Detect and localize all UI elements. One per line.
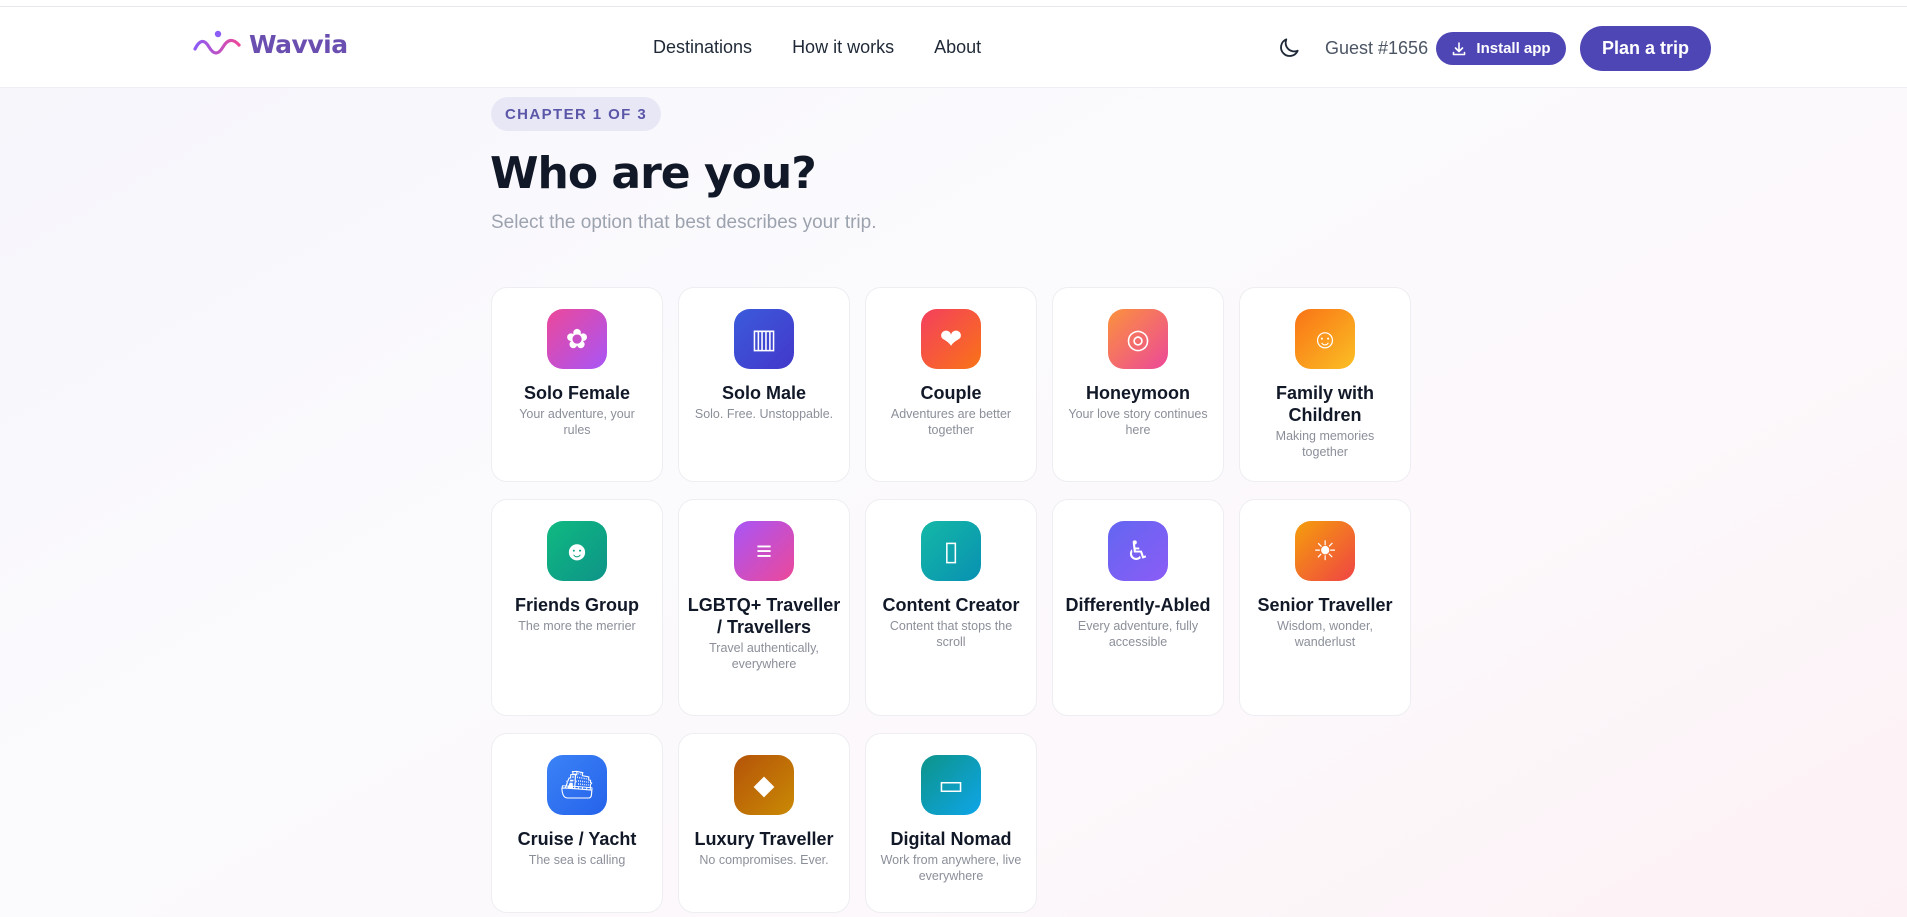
option-desc: Travel authentically, everywhere xyxy=(709,641,819,671)
phone-icon: ▯ xyxy=(921,521,981,581)
option-title: Luxury Traveller xyxy=(694,829,834,849)
option-desc: No compromises. Ever. xyxy=(699,853,829,867)
option-differently-abled[interactable]: ♿ Differently-Abled Every adventure, ful… xyxy=(1052,499,1224,716)
page-title: Who are you? xyxy=(490,148,817,199)
option-desc: Your love story continues here xyxy=(1068,407,1208,437)
option-title: Solo Male xyxy=(721,383,806,403)
traveller-type-grid: ✿ Solo Female Your adventure, your rules… xyxy=(491,287,1411,917)
option-title: Differently-Abled xyxy=(1065,595,1211,615)
option-title: Family with Children xyxy=(1275,383,1374,425)
wave-logo-icon xyxy=(193,30,241,55)
brand-name: Wavvia xyxy=(249,29,348,59)
chapter-badge: CHAPTER 1 OF 3 xyxy=(491,97,661,131)
option-couple[interactable]: ❤ Couple Adventures are better together xyxy=(865,287,1037,482)
option-desc: The more the merrier xyxy=(518,619,636,633)
laptop-icon: ▭ xyxy=(921,755,981,815)
hibiscus-icon: ✿ xyxy=(547,309,607,369)
family-icon: ☺ xyxy=(1295,309,1355,369)
moon-icon[interactable] xyxy=(1276,35,1302,61)
option-solo-female[interactable]: ✿ Solo Female Your adventure, your rules xyxy=(491,287,663,482)
option-family-with-children[interactable]: ☺ Family with Children Making memories t… xyxy=(1239,287,1411,482)
wheelchair-icon: ♿ xyxy=(1108,521,1168,581)
option-title: Content Creator xyxy=(882,595,1020,615)
option-luxury-traveller[interactable]: ◆ Luxury Traveller No compromises. Ever. xyxy=(678,733,850,913)
option-desc: Every adventure, fully accessible xyxy=(1077,619,1199,649)
option-solo-male[interactable]: ▥ Solo Male Solo. Free. Unstoppable. xyxy=(678,287,850,482)
option-title: Solo Female xyxy=(523,383,631,403)
guest-label: Guest #1656 xyxy=(1325,38,1429,58)
option-title: Digital Nomad xyxy=(890,829,1012,849)
option-title: LGBTQ+ Traveller / Travellers xyxy=(687,595,841,637)
option-honeymoon[interactable]: ◎ Honeymoon Your love story continues he… xyxy=(1052,287,1224,482)
option-lgbtq-traveller[interactable]: ≡ LGBTQ+ Traveller / Travellers Travel a… xyxy=(678,499,850,716)
option-digital-nomad[interactable]: ▭ Digital Nomad Work from anywhere, live… xyxy=(865,733,1037,913)
option-title: Senior Traveller xyxy=(1257,595,1393,615)
option-title: Cruise / Yacht xyxy=(517,829,637,849)
option-senior-traveller[interactable]: ☀ Senior Traveller Wisdom, wonder, wande… xyxy=(1239,499,1411,716)
main-nav: Destinations How it works About xyxy=(653,37,981,58)
rainbow-flag-icon: ≡ xyxy=(734,521,794,581)
ship-icon: ⛴ xyxy=(547,755,607,815)
logo[interactable]: Wavvia xyxy=(193,29,348,59)
install-app-label: Install app xyxy=(1476,40,1551,57)
option-desc: Content that stops the scroll xyxy=(889,619,1013,649)
site-header: Wavvia Destinations How it works About G… xyxy=(0,7,1907,88)
luggage-icon: ▥ xyxy=(734,309,794,369)
top-border xyxy=(0,0,1907,7)
install-app-button[interactable]: Install app xyxy=(1436,32,1566,65)
option-desc: The sea is calling xyxy=(528,853,626,867)
gem-icon: ◆ xyxy=(734,755,794,815)
plan-trip-button[interactable]: Plan a trip xyxy=(1580,26,1711,71)
option-friends-group[interactable]: ☻ Friends Group The more the merrier xyxy=(491,499,663,716)
download-icon xyxy=(1453,41,1466,55)
option-desc: Solo. Free. Unstoppable. xyxy=(694,407,834,421)
couple-heart-icon: ❤ xyxy=(921,309,981,369)
option-desc: Work from anywhere, live everywhere xyxy=(880,853,1022,883)
option-desc: Adventures are better together xyxy=(890,407,1012,437)
option-title: Honeymoon xyxy=(1085,383,1190,403)
option-title: Friends Group xyxy=(514,595,639,615)
sunrise-icon: ☀ xyxy=(1295,521,1355,581)
option-content-creator[interactable]: ▯ Content Creator Content that stops the… xyxy=(865,499,1037,716)
ring-icon: ◎ xyxy=(1108,309,1168,369)
nav-destinations[interactable]: Destinations xyxy=(653,37,752,58)
nav-how-it-works[interactable]: How it works xyxy=(792,37,894,58)
option-desc: Wisdom, wonder, wanderlust xyxy=(1277,619,1373,649)
option-title: Couple xyxy=(920,383,982,403)
nav-about[interactable]: About xyxy=(934,37,981,58)
page-subtitle: Select the option that best describes yo… xyxy=(491,212,877,233)
party-face-icon: ☻ xyxy=(547,521,607,581)
option-desc: Making memories together xyxy=(1275,429,1375,459)
option-desc: Your adventure, your rules xyxy=(519,407,635,437)
option-cruise-yacht[interactable]: ⛴ Cruise / Yacht The sea is calling xyxy=(491,733,663,913)
